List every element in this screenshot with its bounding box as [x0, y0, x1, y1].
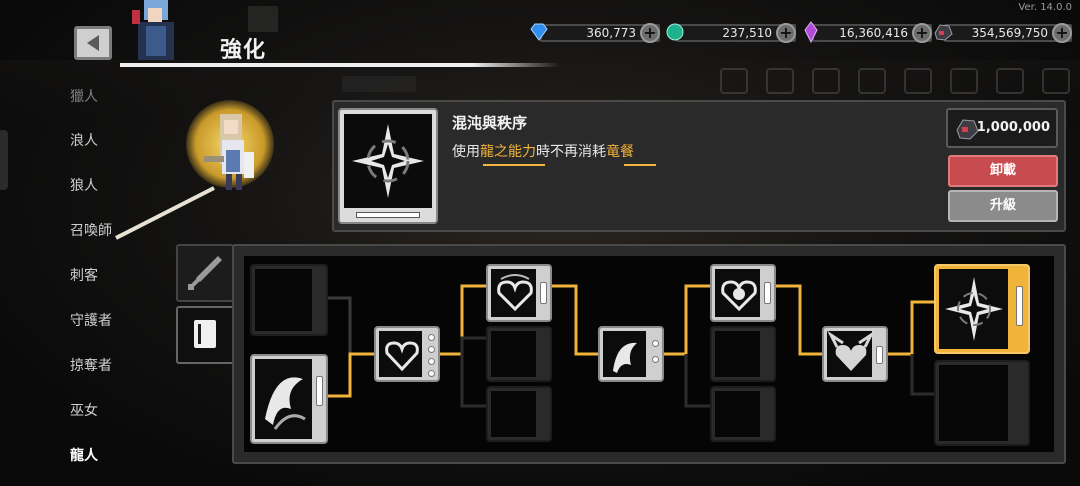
- skill-description: 使用龍之能力時不再消耗竜餐: [452, 141, 634, 161]
- title-underline: [120, 63, 560, 67]
- tab-weapon[interactable]: [176, 244, 234, 302]
- section-ghost-label: [342, 76, 416, 92]
- currency-ore: 354,569,750 +: [934, 23, 1072, 43]
- horned-heart-icon: [827, 331, 875, 371]
- node-slot: [764, 282, 771, 304]
- node-pip: [428, 370, 435, 377]
- skill-node-heart-2[interactable]: [486, 264, 552, 322]
- skill-node-beast[interactable]: [710, 326, 776, 382]
- version-label: Ver. 14.0.0: [1018, 2, 1072, 13]
- currency-value: 360,773: [586, 26, 636, 40]
- skill-node-feather[interactable]: [598, 326, 664, 382]
- unequip-button[interactable]: 卸載: [948, 155, 1058, 187]
- desc-highlight-1: 龍之能力: [480, 144, 536, 160]
- desc-middle: 時不再消耗: [536, 144, 606, 160]
- currency-amethyst: 16,360,416 +: [804, 21, 932, 43]
- class-sidebar: 獵人 浪人 狼人 召喚師 刺客 守護者 掠奪者 巫女 龍人: [0, 70, 160, 486]
- sidebar-item-priestess[interactable]: 巫女: [70, 400, 98, 420]
- skill-tree-canvas: [244, 256, 1054, 452]
- sidebar-item-ronin[interactable]: 浪人: [70, 130, 98, 150]
- news-icon[interactable]: [996, 68, 1024, 94]
- add-sapphire-button[interactable]: +: [640, 23, 660, 43]
- currency-value: 16,360,416: [839, 26, 908, 40]
- currency-sapphire: 360,773 +: [530, 23, 660, 43]
- node-pip: [652, 356, 659, 363]
- hero-portrait: [128, 0, 186, 60]
- node-pip: [428, 358, 435, 365]
- node-slot: [876, 346, 883, 364]
- sidebar-item-hunter[interactable]: 獵人: [70, 86, 98, 106]
- back-arrow-icon: [87, 35, 99, 51]
- skill-node-burst[interactable]: [486, 386, 552, 442]
- skill-node-wave-claw[interactable]: [250, 354, 328, 444]
- node-slot: [316, 376, 323, 406]
- sidebar-item-dragonkin[interactable]: 龍人: [70, 445, 98, 465]
- sword-icon: [188, 256, 222, 290]
- skill-node-spiral[interactable]: [710, 386, 776, 442]
- heart-swirl-icon: [721, 280, 757, 312]
- desc-highlight-2: 竜餐: [606, 144, 634, 160]
- wave-claw-icon: [265, 377, 306, 430]
- skill-node-compass[interactable]: [934, 360, 1030, 446]
- tab-skillbook[interactable]: [176, 306, 234, 364]
- sidebar-item-assassin[interactable]: 刺客: [70, 265, 98, 285]
- equipment-icon[interactable]: [812, 68, 840, 94]
- currency-emerald: 237,510 +: [666, 23, 796, 43]
- node-slot: [1016, 286, 1023, 326]
- node-slot: [540, 282, 547, 304]
- highlight-underline: [483, 164, 545, 166]
- skill-node-flame[interactable]: [486, 326, 552, 382]
- character-sprite: [186, 100, 276, 220]
- currency-value: 237,510: [722, 26, 772, 40]
- book-icon: [194, 320, 216, 348]
- skill-node-chaos-order[interactable]: [934, 264, 1030, 354]
- upgrade-button[interactable]: 升級: [948, 190, 1058, 222]
- menu-icon[interactable]: [1042, 68, 1070, 94]
- friends-icon[interactable]: [904, 68, 932, 94]
- chaos-order-star-icon: [945, 277, 1003, 341]
- sidebar-item-summoner[interactable]: 召喚師: [70, 220, 112, 240]
- desc-prefix: 使用: [452, 144, 480, 160]
- add-emerald-button[interactable]: +: [776, 23, 796, 43]
- title-backdrop: [248, 6, 278, 32]
- heart-swirl-icon: [497, 274, 533, 312]
- sidebar-item-werewolf[interactable]: 狼人: [70, 175, 98, 195]
- node-pip: [428, 334, 435, 341]
- purple-crystal-icon: [800, 21, 822, 43]
- dark-ore-icon: [932, 21, 954, 43]
- add-amethyst-button[interactable]: +: [912, 23, 932, 43]
- summon-icon[interactable]: [858, 68, 886, 94]
- add-ore-button[interactable]: +: [1052, 23, 1072, 43]
- enhance-icon[interactable]: [766, 68, 794, 94]
- shop-icon[interactable]: [720, 68, 748, 94]
- upgrade-cost: 1,000,000: [946, 108, 1058, 148]
- sidebar-item-guardian[interactable]: 守護者: [70, 310, 112, 330]
- currency-value: 354,569,750: [971, 26, 1048, 40]
- node-pip: [428, 346, 435, 353]
- sidebar-edge: [0, 130, 8, 190]
- back-button[interactable]: [74, 26, 112, 60]
- heart-icon: [385, 341, 419, 372]
- skill-node-horned-heart[interactable]: [822, 326, 888, 382]
- sidebar-item-plunderer[interactable]: 掠奪者: [70, 355, 112, 375]
- cost-value: 1,000,000: [976, 120, 1050, 135]
- chaos-order-star-icon: [352, 124, 424, 198]
- highlight-underline: [624, 164, 656, 166]
- skill-level-bar: [356, 212, 420, 218]
- skill-node-heart-3[interactable]: [710, 264, 776, 322]
- skill-node-sun[interactable]: [250, 264, 328, 336]
- green-gem-icon: [664, 21, 686, 43]
- selected-skill-card: [338, 108, 438, 224]
- tree-tabs: [176, 244, 234, 364]
- feather-wave-icon: [613, 342, 637, 373]
- blue-gem-icon: [528, 21, 550, 43]
- chat-icon[interactable]: [950, 68, 978, 94]
- node-pip: [652, 340, 659, 347]
- skill-name: 混沌與秩序: [452, 114, 528, 132]
- skill-node-heart-1[interactable]: [374, 326, 440, 382]
- top-menu-icons: [712, 68, 1080, 98]
- page-title: 強化: [220, 38, 267, 63]
